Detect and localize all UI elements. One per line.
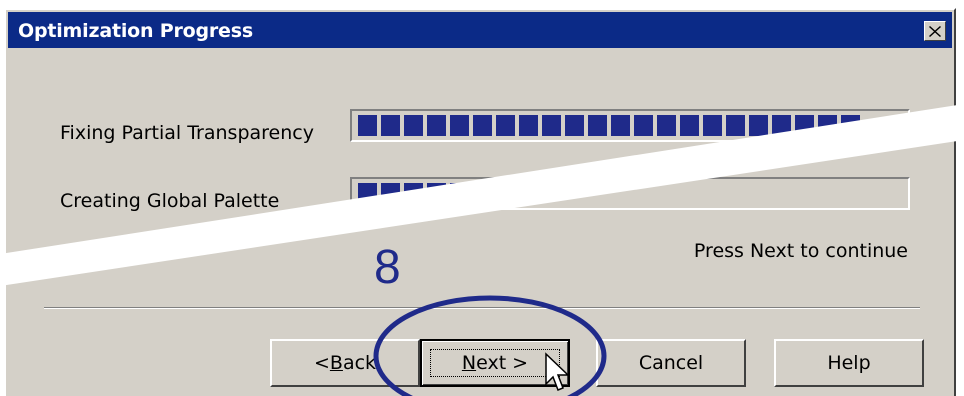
step-number: 8 (374, 241, 401, 294)
tutorial-overlay (0, 104, 964, 396)
highlight-circle (373, 295, 607, 396)
overlay-band (0, 104, 964, 286)
mouse-cursor-icon (545, 352, 570, 391)
